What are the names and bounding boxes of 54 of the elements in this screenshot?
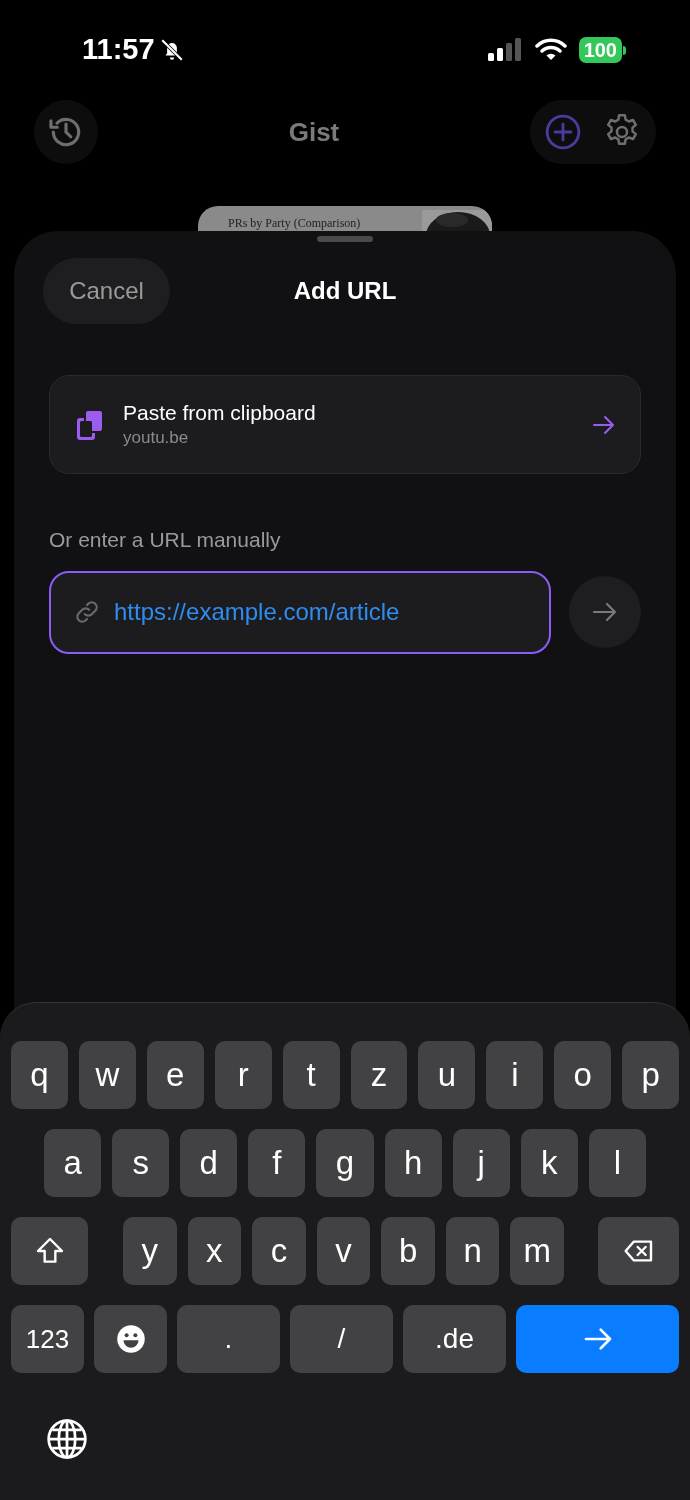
app-title: Gist (288, 115, 340, 149)
key[interactable]: i (486, 1041, 544, 1109)
paste-card[interactable]: Paste from clipboard youtu.be (49, 375, 641, 474)
card-title: PRs by Party (Comparison) (228, 216, 361, 230)
key[interactable]: t (282, 1041, 340, 1109)
delete-key[interactable] (598, 1217, 680, 1285)
arrow-right-icon (593, 414, 615, 435)
key[interactable]: c (252, 1217, 306, 1285)
key[interactable]: a (44, 1129, 102, 1197)
key[interactable]: d (180, 1129, 238, 1197)
key[interactable]: x (187, 1217, 242, 1285)
paste-subtitle: youtu.be (123, 427, 190, 449)
key[interactable]: o (554, 1041, 612, 1109)
key[interactable]: 123 (11, 1305, 84, 1373)
emoji-icon (115, 1324, 146, 1354)
key[interactable]: n (445, 1217, 500, 1285)
key[interactable]: y (123, 1217, 177, 1285)
wifi-icon (534, 38, 567, 62)
arrow-right-icon (593, 602, 618, 622)
drag-handle[interactable] (317, 236, 373, 242)
key[interactable]: s (112, 1129, 170, 1197)
key[interactable]: r (214, 1041, 272, 1109)
key[interactable]: .de (403, 1305, 506, 1373)
key[interactable]: j (452, 1129, 510, 1197)
key[interactable]: e (146, 1041, 204, 1109)
key[interactable]: f (248, 1129, 306, 1197)
key[interactable]: l (588, 1129, 646, 1197)
add-icon[interactable] (544, 113, 582, 151)
key[interactable]: z (350, 1041, 408, 1109)
globe-icon[interactable] (45, 1417, 89, 1461)
key[interactable]: g (316, 1129, 374, 1197)
link-icon (74, 598, 100, 625)
key[interactable]: k (520, 1129, 578, 1197)
key[interactable]: . (177, 1305, 280, 1373)
cancel-button[interactable]: Cancel (43, 258, 170, 324)
key[interactable]: b (381, 1217, 435, 1285)
key[interactable]: / (290, 1305, 393, 1373)
shift-key[interactable] (11, 1217, 88, 1285)
key[interactable]: p (622, 1041, 680, 1109)
key[interactable]: q (11, 1041, 68, 1109)
signal-icon (486, 38, 523, 62)
sheet-title: Add URL (293, 276, 397, 306)
section-label: Or enter a URL manually (49, 527, 282, 553)
status-time: 11:57 (82, 32, 155, 68)
battery-level: 100 (578, 37, 622, 63)
key[interactable]: v (316, 1217, 371, 1285)
key[interactable]: w (78, 1041, 136, 1109)
key[interactable]: u (418, 1041, 476, 1109)
paste-title: Paste from clipboard (123, 400, 317, 426)
key[interactable]: h (384, 1129, 442, 1197)
bell-off-icon (158, 37, 185, 63)
emoji-key[interactable] (94, 1305, 167, 1373)
key[interactable]: m (510, 1217, 565, 1285)
url-field[interactable]: https://example.com/article (49, 570, 552, 654)
